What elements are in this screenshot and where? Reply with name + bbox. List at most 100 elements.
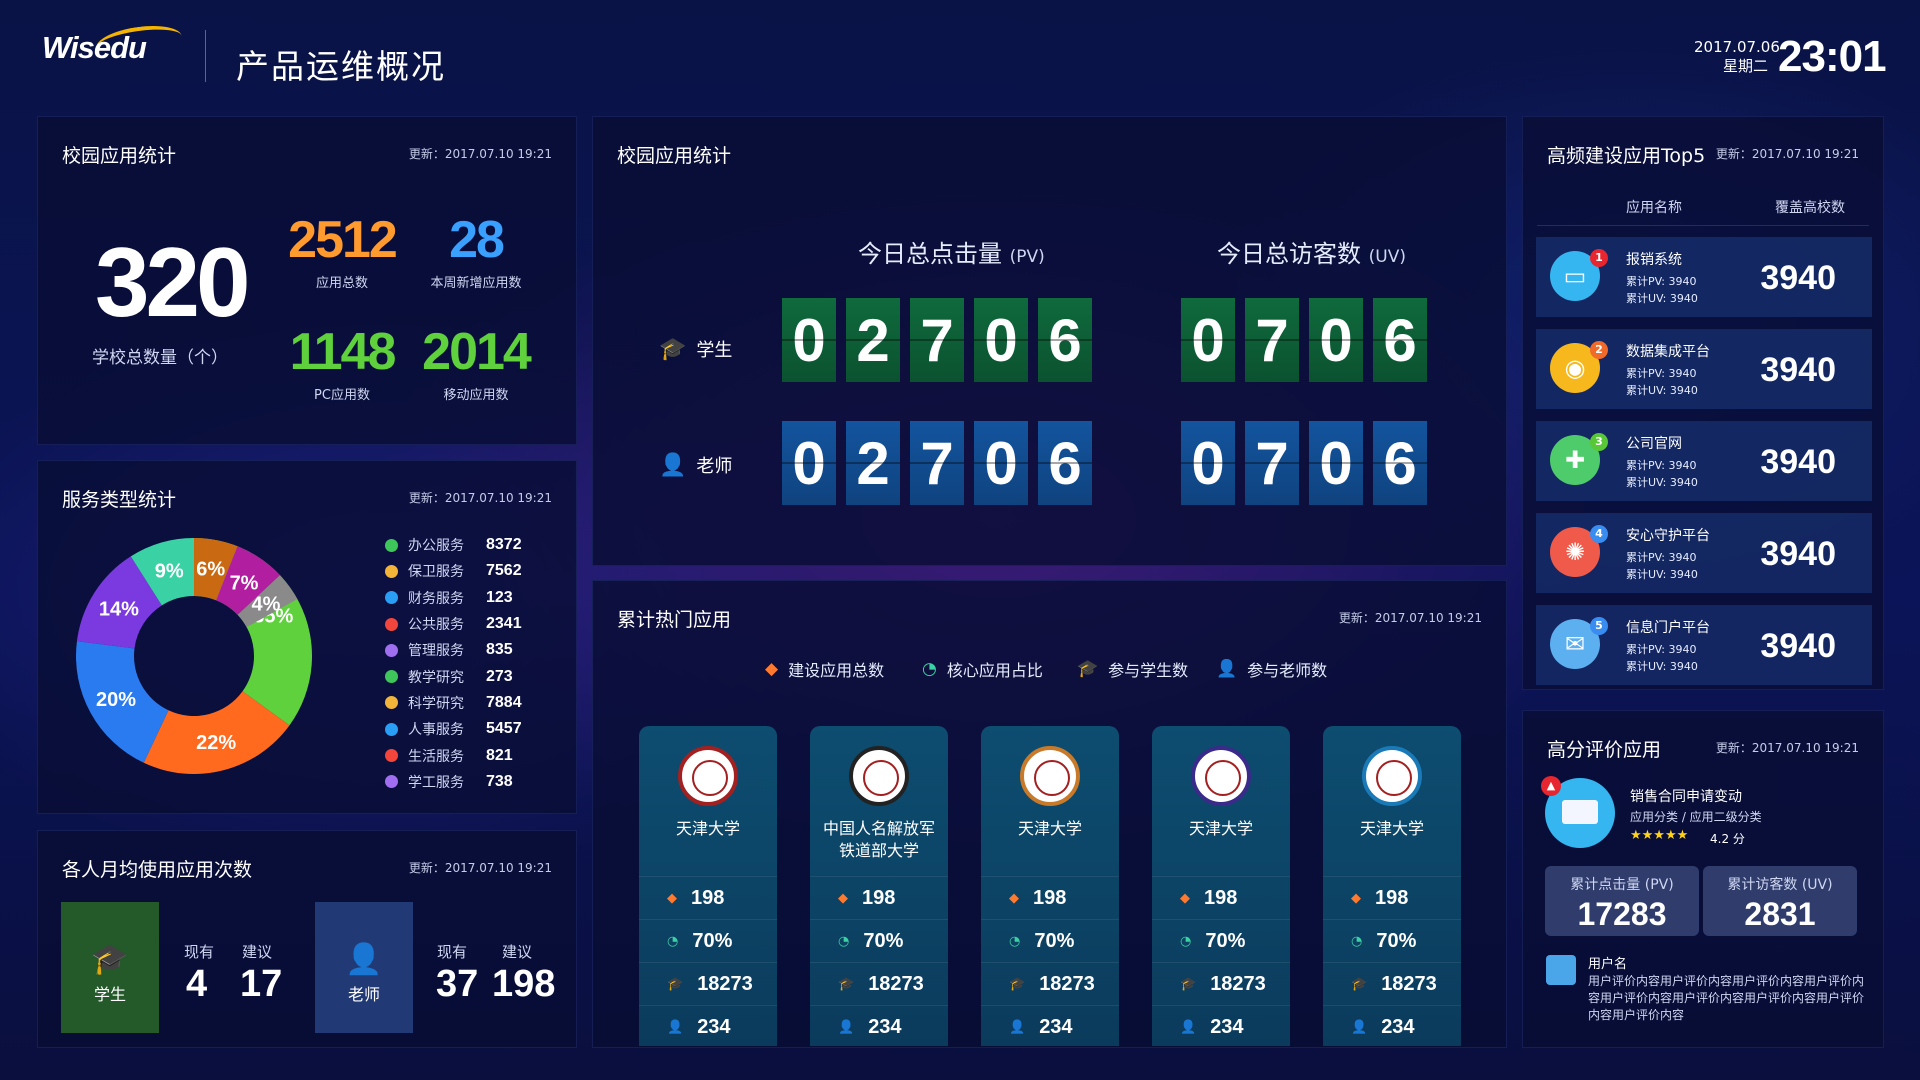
person-icon: 👤 (667, 1019, 684, 1035)
university-card[interactable]: 天津大学 ◆ 198 ◔ 70% 🎓 18273 👤 234 (981, 726, 1119, 1046)
digit: 7 (1245, 298, 1299, 382)
panel-title: 各人月均使用应用次数 (62, 859, 253, 881)
student-current-value: 4 (186, 963, 208, 1005)
top5-item[interactable]: ✉ 5 信息门户平台 累计PV: 3940 累计UV: 3940 3940 (1536, 605, 1872, 685)
digit: 0 (1181, 421, 1235, 505)
app-pv: 累计PV: 3940 (1626, 457, 1696, 473)
legend-ratio: ◔ 核心应用占比 (922, 657, 1043, 681)
app-uv: 累计UV: 3940 (1626, 382, 1698, 398)
top5-item[interactable]: ✚ 3 公司官网 累计PV: 3940 累计UV: 3940 3940 (1536, 421, 1872, 501)
review-uv-box: 累计访客数 (UV) 2831 (1703, 866, 1857, 936)
card-stat-row: ◆ 198 (981, 876, 1119, 919)
university-card[interactable]: 中国人名解放军铁道部大学 ◆ 198 ◔ 70% 🎓 18273 👤 234 (810, 726, 948, 1046)
rank-badge: 1 (1590, 249, 1608, 267)
legend-name: 财务服务 (408, 590, 464, 607)
pv-unit: (PV) (1009, 247, 1045, 267)
legend-item: 办公服务 8372 (385, 532, 522, 558)
cube-icon: ◆ (765, 659, 779, 679)
panel-title: 校园应用统计 (62, 145, 177, 167)
stat-pc-apps: 1148 PC应用数 (272, 326, 412, 403)
card-stat-value: 234 (1210, 1015, 1244, 1038)
graduation-cap-icon: 🎓 (1077, 659, 1099, 679)
service-legend: 办公服务 8372 保卫服务 7562 财务服务 123 公共服务 2341 管理服务 835 教学… (385, 532, 522, 795)
cover-count: 3940 (1760, 443, 1836, 481)
university-card[interactable]: 天津大学 ◆ 198 ◔ 70% 🎓 18273 👤 234 (639, 726, 777, 1046)
card-stat-value: 18273 (868, 972, 924, 995)
card-stat-value: 234 (697, 1015, 731, 1038)
card-stat-row: ◔ 70% (1323, 919, 1461, 962)
pv-value: 3940 (1668, 275, 1697, 288)
legend-apps: ◆ 建设应用总数 (765, 657, 884, 681)
donut-slice-label: 22% (196, 732, 236, 754)
legend-value: 7562 (486, 562, 522, 580)
total-schools-value: 320 (95, 227, 251, 337)
top5-item[interactable]: ▭ 1 报销系统 累计PV: 3940 累计UV: 3940 3940 (1536, 237, 1872, 317)
university-card[interactable]: 天津大学 ◆ 198 ◔ 70% 🎓 18273 👤 234 (1152, 726, 1290, 1046)
teacher-suggest-value: 198 (492, 963, 556, 1005)
card-stat-row: ◔ 70% (639, 919, 777, 962)
review-pv-value: 17283 (1577, 896, 1667, 932)
review-app-icon: ▲ (1541, 776, 1615, 848)
graduation-cap-icon: 🎓 (91, 942, 129, 977)
card-stat-row: ◔ 70% (810, 919, 948, 962)
card-stat-value: 70% (692, 929, 733, 952)
card-stat-value: 18273 (1210, 972, 1266, 995)
review-uv-value: 2831 (1744, 896, 1816, 932)
legend-name: 管理服务 (408, 643, 464, 660)
digit: 6 (1038, 421, 1092, 505)
rank-badge: 3 (1590, 433, 1608, 451)
top5-item[interactable]: ✺ 4 安心守护平台 累计PV: 3940 累计UV: 3940 3940 (1536, 513, 1872, 593)
card-stat-value: 70% (1205, 929, 1246, 952)
avatar (1546, 955, 1576, 985)
pie-icon: ◔ (1351, 933, 1363, 949)
card-stat-row: 🎓 18273 (1323, 962, 1461, 1005)
stat-value: 2512 (288, 211, 398, 269)
university-seal-icon (1191, 746, 1251, 806)
app-name: 数据集成平台 (1626, 344, 1710, 360)
legend-value: 7884 (486, 693, 522, 711)
card-stat-value: 18273 (697, 972, 753, 995)
legend-value: 738 (486, 772, 513, 790)
digit: 0 (1309, 421, 1363, 505)
legend-value: 5457 (486, 720, 522, 738)
uv-value: 3940 (1669, 292, 1698, 305)
legend-value: 821 (486, 746, 513, 764)
pie-icon: ◔ (922, 659, 937, 679)
app-pv: 累计PV: 3940 (1626, 641, 1696, 657)
university-card[interactable]: 天津大学 ◆ 198 ◔ 70% 🎓 18273 👤 234 (1323, 726, 1461, 1046)
university-name: 天津大学 (1188, 819, 1253, 838)
app-pv: 累计PV: 3940 (1626, 549, 1696, 565)
teacher-label: 老师 (696, 456, 733, 477)
date: 2017.07.06 (1694, 38, 1780, 56)
current-label: 现有 (437, 943, 468, 961)
uv-prefix: 累计UV: (1626, 660, 1667, 673)
pie-icon: ◔ (667, 933, 679, 949)
university-name: 天津大学 (675, 819, 740, 838)
graduation-cap-icon: 🎓 (667, 976, 684, 992)
donut-slice-label: 4% (252, 594, 281, 616)
card-stat-row: 👤 234 (1323, 1005, 1461, 1046)
legend-label: 参与老师数 (1247, 661, 1328, 680)
legend-value: 835 (486, 641, 513, 659)
card-stat-value: 70% (863, 929, 904, 952)
top5-item[interactable]: ◉ 2 数据集成平台 累计PV: 3940 累计UV: 3940 3940 (1536, 329, 1872, 409)
legend-name: 学工服务 (408, 774, 464, 791)
stat-label: 本周新增应用数 (430, 276, 522, 291)
uv-value: 3940 (1669, 384, 1698, 397)
panel-title: 校园应用统计 (617, 145, 732, 167)
logo: Wisedu (42, 30, 147, 65)
card-stat-row: ◔ 70% (981, 919, 1119, 962)
digit: 6 (1038, 298, 1092, 382)
legend-dot (385, 643, 398, 657)
cover-count: 3940 (1760, 627, 1836, 665)
donut-slice-label: 9% (155, 561, 184, 583)
pie-icon: ◔ (1009, 933, 1021, 949)
university-name: 中国人名解放军铁道部大学 (822, 819, 935, 860)
review-uv-label: 累计访客数 (UV) (1727, 877, 1833, 893)
student-row-label: 🎓 学生 (659, 336, 732, 362)
teacher-label: 老师 (347, 985, 380, 1004)
legend-item: 人事服务 5457 (385, 716, 522, 742)
stat-new-apps: 28 本周新增应用数 (406, 214, 546, 291)
card-stat-row: 🎓 18273 (981, 962, 1119, 1005)
col-app-name: 应用名称 (1626, 200, 1682, 216)
